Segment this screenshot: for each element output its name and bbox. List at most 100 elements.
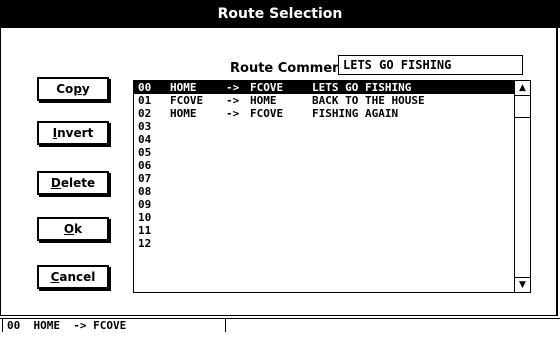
route-from [170, 237, 226, 250]
route-to [250, 146, 312, 159]
route-arrow: -> [226, 81, 240, 94]
route-comment [312, 120, 514, 133]
route-to [250, 224, 312, 237]
route-from [170, 198, 226, 211]
route-arrow: -> [226, 94, 240, 107]
delete-button-label-post: elete [60, 176, 96, 190]
route-comment [312, 133, 514, 146]
route-comment [312, 198, 514, 211]
route-number: 05 [138, 146, 152, 159]
route-from [170, 146, 226, 159]
route-to: FCOVE [250, 81, 284, 94]
delete-button-hotkey: D [50, 176, 61, 190]
scroll-up-button[interactable]: ▲ [515, 81, 530, 96]
route-arrow [226, 185, 250, 198]
route-comment-label: Route Comment: [230, 61, 353, 76]
route-to [250, 120, 312, 133]
route-number: 07 [138, 172, 152, 185]
invert-button-label-post: nvert [57, 126, 94, 140]
route-to [250, 172, 312, 185]
copy-button-label-post: y [81, 82, 90, 96]
route-arrow [226, 120, 250, 133]
route-list-rows: 00 HOME -> FCOVE LETS GO FISHING 01 FCOVE -> HOM… [134, 81, 514, 250]
route-to: FCOVE [250, 107, 284, 120]
invert-button[interactable]: Invert [37, 121, 109, 145]
route-arrow [226, 224, 250, 237]
route-to [250, 237, 312, 250]
status-bar: 00 HOME -> FCOVE [0, 318, 560, 332]
route-comment-input[interactable]: LETS GO FISHING [338, 55, 523, 75]
route-to [250, 198, 312, 211]
copy-button-hotkey: p [73, 82, 82, 96]
route-from [170, 159, 226, 172]
scroll-thumb[interactable] [515, 96, 530, 118]
route-list-item[interactable]: 04 [134, 133, 514, 146]
route-number: 00 [138, 81, 152, 94]
route-list-item[interactable]: 07 [134, 172, 514, 185]
route-to [250, 133, 312, 146]
route-list-scrollbar[interactable]: ▲ ▼ [514, 81, 530, 292]
route-comment [312, 211, 514, 224]
route-list-item[interactable]: 02 HOME -> FCOVE FISHING AGAIN [134, 107, 514, 120]
arrow-down-icon: ▼ [519, 280, 526, 290]
route-number: 01 [138, 94, 152, 107]
route-list-item[interactable]: 01 FCOVE -> HOME BACK TO THE HOUSE [134, 94, 514, 107]
ok-button[interactable]: Ok [37, 217, 109, 241]
cancel-button-hotkey: C [50, 270, 60, 284]
route-arrow [226, 172, 250, 185]
window-title: Route Selection [217, 6, 343, 22]
route-arrow [226, 159, 250, 172]
route-comment [312, 172, 514, 185]
route-list-item[interactable]: 11 [134, 224, 514, 237]
status-current-route: 00 HOME -> FCOVE [2, 319, 226, 332]
route-arrow [226, 237, 250, 250]
route-comment: LETS GO FISHING [312, 81, 412, 94]
delete-button[interactable]: Delete [37, 171, 109, 195]
copy-button[interactable]: Co p y [37, 77, 109, 101]
cancel-button[interactable]: Cancel [37, 265, 109, 289]
route-number: 03 [138, 120, 152, 133]
window-titlebar: Route Selection [0, 0, 560, 28]
route-from [170, 211, 226, 224]
route-comment [312, 237, 514, 250]
route-comment [312, 185, 514, 198]
route-comment [312, 224, 514, 237]
route-arrow [226, 146, 250, 159]
ok-button-label-post: k [74, 222, 83, 236]
route-list-item[interactable]: 00 HOME -> FCOVE LETS GO FISHING [134, 81, 514, 94]
route-list[interactable]: 00 HOME -> FCOVE LETS GO FISHING 01 FCOVE -> HOM… [133, 80, 531, 293]
route-list-item[interactable]: 03 [134, 120, 514, 133]
arrow-up-icon: ▲ [519, 83, 526, 93]
route-from [170, 185, 226, 198]
copy-button-label-pre: Co [56, 82, 74, 96]
route-list-item[interactable]: 12 [134, 237, 514, 250]
route-comment [312, 146, 514, 159]
route-from: HOME [170, 81, 197, 94]
route-list-item[interactable]: 06 [134, 159, 514, 172]
ok-button-hotkey: O [63, 222, 75, 236]
route-from [170, 133, 226, 146]
route-number: 11 [138, 224, 152, 237]
route-list-item[interactable]: 05 [134, 146, 514, 159]
route-to [250, 159, 312, 172]
route-number: 12 [138, 237, 152, 250]
route-from [170, 172, 226, 185]
route-list-item[interactable]: 08 [134, 185, 514, 198]
route-arrow: -> [226, 107, 240, 120]
route-from [170, 120, 226, 133]
route-list-item[interactable]: 10 [134, 211, 514, 224]
route-from: HOME [170, 107, 197, 120]
route-number: 08 [138, 185, 152, 198]
route-to: HOME [250, 94, 277, 107]
route-list-item[interactable]: 09 [134, 198, 514, 211]
scroll-down-button[interactable]: ▼ [515, 277, 530, 292]
route-to [250, 185, 312, 198]
route-number: 04 [138, 133, 152, 146]
route-arrow [226, 211, 250, 224]
cancel-button-label-post: ancel [59, 270, 96, 284]
route-number: 02 [138, 107, 152, 120]
route-number: 06 [138, 159, 152, 172]
route-comment [312, 159, 514, 172]
route-to [250, 211, 312, 224]
route-number: 09 [138, 198, 152, 211]
